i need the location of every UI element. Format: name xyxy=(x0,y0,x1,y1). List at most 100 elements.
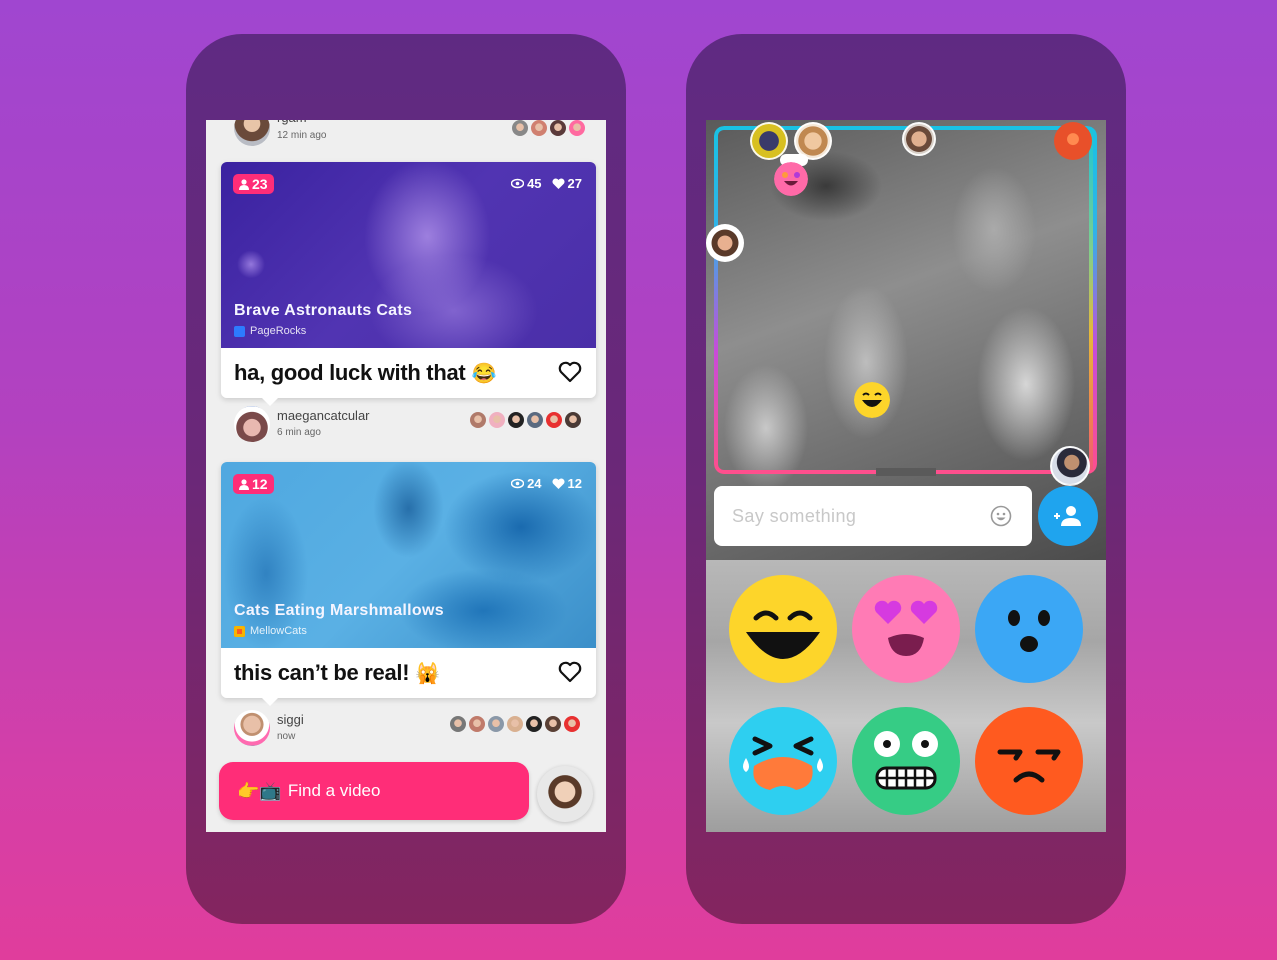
reactor-avatar xyxy=(512,120,528,136)
reaction-grimacing[interactable] xyxy=(851,706,961,816)
phone-frame-feed: rgam 12 min ago 23 45 27 xyxy=(186,34,626,924)
video-border-gap xyxy=(876,468,936,476)
view-count: 24 xyxy=(527,476,542,491)
video-stats: 24 12 xyxy=(511,476,582,491)
channel-name: PageRocks xyxy=(250,325,307,337)
username[interactable]: siggi xyxy=(277,712,304,727)
video-thumbnail[interactable]: 12 24 12 Cats Eating Marshmallows Mellow… xyxy=(221,462,596,648)
reaction-surprised[interactable] xyxy=(974,574,1084,684)
crying-face-icon xyxy=(729,707,837,815)
screaming-cat-emoji: 🙀 xyxy=(415,662,441,685)
reactor-avatars xyxy=(450,716,580,732)
heart-icon xyxy=(552,478,565,489)
channel[interactable]: PageRocks xyxy=(234,325,306,337)
reaction-picker xyxy=(706,560,1106,832)
channel-logo-icon xyxy=(234,325,245,337)
find-video-button[interactable]: 👉📺 Find a video xyxy=(219,762,529,820)
reaction-laughing[interactable] xyxy=(728,574,838,684)
like-count: 12 xyxy=(567,476,582,491)
reactor-avatar xyxy=(507,716,523,732)
reactor-avatar xyxy=(550,120,566,136)
reactor-avatar xyxy=(488,716,504,732)
reactor-avatar xyxy=(469,716,485,732)
video-stats: 45 27 xyxy=(511,176,582,191)
reaction-heart-eyes[interactable] xyxy=(851,574,961,684)
view-count: 45 xyxy=(527,176,542,191)
reactor-avatar xyxy=(470,412,486,428)
avatar[interactable] xyxy=(234,406,270,442)
laughing-face-icon xyxy=(729,575,837,683)
reactor-avatar xyxy=(531,120,547,136)
reactor-avatar xyxy=(527,412,543,428)
timestamp: 12 min ago xyxy=(277,130,327,141)
reaction-crying[interactable] xyxy=(728,706,838,816)
timestamp: now xyxy=(277,731,296,742)
username[interactable]: rgam xyxy=(277,120,307,125)
viewer-count-badge: 23 xyxy=(233,174,274,194)
reactor-avatar xyxy=(564,716,580,732)
reactor-avatar xyxy=(569,120,585,136)
reactor-avatars xyxy=(512,120,585,136)
video-border-right xyxy=(1089,130,1093,470)
live-watch-screen xyxy=(706,120,1106,832)
heart-eyes-face-icon xyxy=(852,575,960,683)
like-heart-icon[interactable] xyxy=(558,661,582,683)
channel-logo-icon xyxy=(234,625,245,637)
profile-avatar-button[interactable] xyxy=(537,766,593,822)
add-person-icon xyxy=(1054,506,1081,526)
participant-avatar[interactable] xyxy=(902,122,936,156)
find-video-label: Find a video xyxy=(287,781,381,800)
comment-author-row: maegancatcular 6 min ago xyxy=(206,404,606,448)
video-card[interactable]: 23 45 27 Brave Astronauts Cats PageRocks xyxy=(221,162,596,406)
surprised-face-icon xyxy=(975,575,1083,683)
video-thumbnail[interactable]: 23 45 27 Brave Astronauts Cats PageRocks xyxy=(221,162,596,348)
reactor-avatar xyxy=(565,412,581,428)
reactor-avatar xyxy=(450,716,466,732)
grimacing-face-icon xyxy=(852,707,960,815)
participant-avatar[interactable] xyxy=(1054,122,1092,160)
angry-face-icon xyxy=(975,707,1083,815)
comment-text: ha, good luck with that xyxy=(234,360,466,385)
emoji-picker-icon[interactable] xyxy=(990,505,1012,527)
participant-avatar[interactable] xyxy=(706,224,744,262)
add-friend-button[interactable] xyxy=(1038,486,1098,546)
viewer-count-badge: 12 xyxy=(233,474,274,494)
heart-icon xyxy=(552,178,565,189)
person-icon xyxy=(239,178,249,190)
reactor-avatar xyxy=(526,716,542,732)
like-heart-icon[interactable] xyxy=(558,361,582,383)
viewer-count: 12 xyxy=(252,476,268,492)
avatar[interactable] xyxy=(234,710,270,746)
reactor-avatar xyxy=(489,412,505,428)
video-card[interactable]: 12 24 12 Cats Eating Marshmallows Mellow… xyxy=(221,462,596,706)
laughing-emoji: 😂 xyxy=(471,362,497,385)
channel[interactable]: MellowCats xyxy=(234,625,307,637)
floating-laughing-emoji xyxy=(854,382,890,418)
pointing-tv-emoji: 👉📺 xyxy=(237,780,282,801)
timestamp: 6 min ago xyxy=(277,427,321,438)
chat-input[interactable] xyxy=(714,486,1032,546)
reactor-avatar xyxy=(545,716,561,732)
avatar[interactable] xyxy=(234,120,270,146)
comment-text: this can’t be real! xyxy=(234,660,410,685)
username[interactable]: maegancatcular xyxy=(277,408,370,423)
participant-avatar[interactable] xyxy=(1050,446,1090,486)
channel-name: MellowCats xyxy=(250,625,307,637)
comment-bubble: this can’t be real! 🙀 xyxy=(221,648,596,706)
comment-bubble: ha, good luck with that 😂 xyxy=(221,348,596,406)
viewer-count: 23 xyxy=(252,176,268,192)
video-border xyxy=(714,126,1097,474)
reactor-avatar xyxy=(508,412,524,428)
comment-author-row: siggi now xyxy=(206,706,606,750)
reactor-avatar xyxy=(546,412,562,428)
feed-screen[interactable]: rgam 12 min ago 23 45 27 xyxy=(206,120,606,832)
like-count: 27 xyxy=(567,176,582,191)
bubble-tail xyxy=(261,697,279,706)
person-icon xyxy=(239,478,249,490)
previous-post-footer: rgam 12 min ago xyxy=(206,120,606,150)
video-title: Cats Eating Marshmallows xyxy=(234,602,444,619)
video-title: Brave Astronauts Cats xyxy=(234,302,413,319)
reactor-avatars xyxy=(470,412,581,428)
reaction-angry[interactable] xyxy=(974,706,1084,816)
eye-icon xyxy=(511,478,525,489)
